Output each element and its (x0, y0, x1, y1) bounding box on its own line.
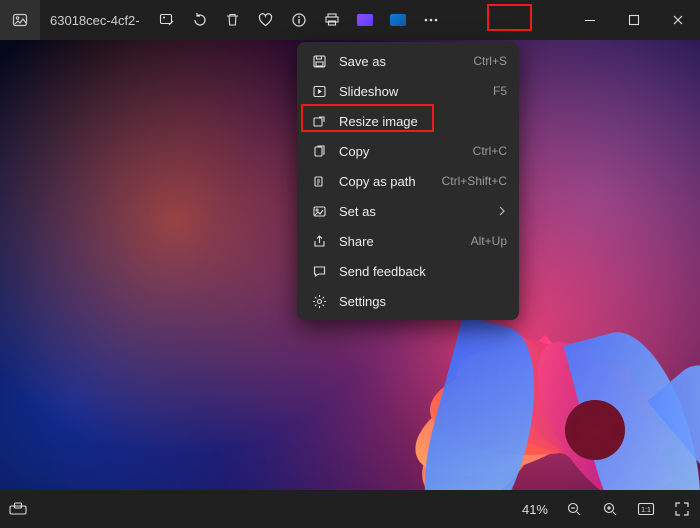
print-button[interactable] (315, 0, 348, 40)
menu-label: Resize image (339, 114, 507, 129)
rotate-button[interactable] (183, 0, 216, 40)
favorite-button[interactable] (249, 0, 282, 40)
zoom-level[interactable]: 41% (514, 502, 556, 517)
app-icon (0, 0, 40, 40)
menu-item-copy[interactable]: Copy Ctrl+C (297, 136, 519, 166)
menu-item-resize[interactable]: Resize image (297, 106, 519, 136)
copy-icon (309, 144, 329, 159)
menu-item-set-as[interactable]: Set as (297, 196, 519, 226)
menu-item-copy-path[interactable]: Copy as path Ctrl+Shift+C (297, 166, 519, 196)
menu-label: Share (339, 234, 471, 249)
minimize-button[interactable] (568, 0, 612, 40)
menu-label: Copy (339, 144, 473, 159)
more-button[interactable] (414, 0, 447, 40)
delete-button[interactable] (216, 0, 249, 40)
menu-shortcut: Ctrl+C (473, 144, 507, 158)
window-controls (568, 0, 700, 40)
save-icon (309, 54, 329, 69)
more-menu: Save as Ctrl+S Slideshow F5 Resize image… (297, 42, 519, 320)
svg-text:1:1: 1:1 (641, 507, 651, 514)
menu-label: Slideshow (339, 84, 493, 99)
slideshow-icon (309, 84, 329, 99)
menu-shortcut: Alt+Up (471, 234, 507, 248)
menu-item-save-as[interactable]: Save as Ctrl+S (297, 46, 519, 76)
clipchamp-button[interactable] (348, 0, 381, 40)
close-button[interactable] (656, 0, 700, 40)
copy-path-icon (309, 174, 329, 189)
zoom-in-button[interactable] (592, 490, 628, 528)
share-icon (309, 234, 329, 249)
onedrive-button[interactable] (381, 0, 414, 40)
menu-shortcut: Ctrl+S (473, 54, 507, 68)
menu-label: Save as (339, 54, 473, 69)
resize-icon (309, 114, 329, 129)
menu-shortcut: F5 (493, 84, 507, 98)
title-bar: 63018cec-4cf2- (0, 0, 700, 40)
menu-item-feedback[interactable]: Send feedback (297, 256, 519, 286)
menu-item-slideshow[interactable]: Slideshow F5 (297, 76, 519, 106)
window-title: 63018cec-4cf2- (40, 13, 150, 28)
filmstrip-button[interactable] (0, 490, 36, 528)
set-as-icon (309, 204, 329, 219)
chevron-right-icon (497, 206, 507, 216)
status-bar: 41% 1:1 (0, 490, 700, 528)
menu-label: Copy as path (339, 174, 442, 189)
menu-label: Set as (339, 204, 497, 219)
menu-label: Settings (339, 294, 507, 309)
fullscreen-button[interactable] (664, 490, 700, 528)
settings-icon (309, 294, 329, 309)
maximize-button[interactable] (612, 0, 656, 40)
zoom-out-button[interactable] (556, 490, 592, 528)
menu-shortcut: Ctrl+Shift+C (442, 174, 507, 188)
actual-size-button[interactable]: 1:1 (628, 490, 664, 528)
menu-item-settings[interactable]: Settings (297, 286, 519, 316)
feedback-icon (309, 264, 329, 279)
menu-label: Send feedback (339, 264, 507, 279)
edit-image-button[interactable] (150, 0, 183, 40)
info-button[interactable] (282, 0, 315, 40)
menu-item-share[interactable]: Share Alt+Up (297, 226, 519, 256)
